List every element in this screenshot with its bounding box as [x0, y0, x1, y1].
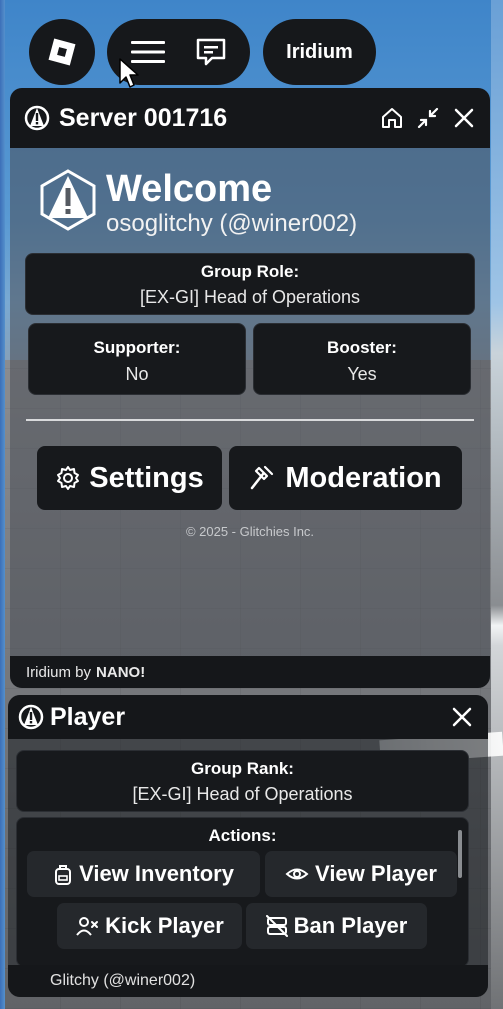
footer-brand: NANO! — [96, 663, 146, 681]
footer-prefix: Iridium by — [26, 663, 92, 681]
actions-list[interactable]: Actions: View Inventory View Player Kick… — [16, 817, 469, 967]
server-off-icon — [265, 915, 288, 937]
iridium-logo-icon — [24, 105, 50, 131]
eye-icon — [285, 865, 309, 883]
ban-player-label: Ban Player — [293, 913, 408, 938]
player-footer-user: Glitchy (@winer002) — [50, 972, 196, 989]
supporter-value: No — [125, 364, 149, 384]
view-player-button[interactable]: View Player — [265, 851, 457, 897]
supporter-card: Supporter: No — [28, 323, 246, 395]
server-panel: Server 001716 Welcome osoglitchy (@winer… — [10, 88, 490, 688]
server-panel-title: Server 001716 — [59, 103, 228, 132]
divider — [26, 419, 474, 421]
roblox-menu-button[interactable] — [29, 19, 95, 85]
actions-title: Actions: — [208, 826, 277, 845]
roblox-logo-icon — [48, 38, 76, 66]
booster-card: Booster: Yes — [253, 323, 471, 395]
close-icon[interactable] — [450, 705, 474, 729]
kick-player-button[interactable]: Kick Player — [57, 903, 242, 949]
kick-player-label: Kick Player — [105, 913, 224, 938]
minimize-icon[interactable] — [416, 106, 440, 130]
player-panel-footer: Glitchy (@winer002) — [8, 965, 488, 997]
ban-player-button[interactable]: Ban Player — [246, 903, 427, 949]
player-panel-header: Player — [8, 695, 488, 739]
booster-label: Booster: — [327, 338, 397, 357]
background-edge — [0, 0, 5, 1009]
hammer-icon — [249, 464, 277, 492]
group-role-value: [EX-GI] Head of Operations — [139, 287, 361, 307]
chat-icon[interactable] — [195, 37, 227, 67]
view-inventory-label: View Inventory — [79, 861, 234, 886]
group-rank-label: Group Rank: — [191, 759, 294, 778]
settings-label: Settings — [89, 461, 204, 494]
mouse-cursor-icon — [118, 57, 140, 89]
gear-icon — [55, 465, 81, 491]
copyright-text: © 2025 - Glitchies Inc. — [185, 524, 315, 539]
user-remove-icon — [75, 915, 99, 937]
backpack-icon — [53, 863, 73, 885]
background-edge-right — [491, 0, 503, 1009]
supporter-label: Supporter: — [93, 338, 181, 357]
welcome-section: Welcome osoglitchy (@winer002) — [36, 168, 357, 238]
view-inventory-button[interactable]: View Inventory — [27, 851, 260, 897]
moderation-button[interactable]: Moderation — [229, 446, 462, 510]
group-role-label: Group Role: — [200, 262, 300, 281]
home-icon[interactable] — [380, 106, 404, 130]
welcome-title: Welcome — [106, 168, 273, 210]
player-panel: Player Group Rank: [EX-GI] Head of Opera… — [8, 695, 488, 997]
close-icon[interactable] — [452, 106, 476, 130]
iridium-logo-icon — [18, 704, 44, 730]
iridium-label: Iridium — [286, 40, 353, 63]
group-role-card: Group Role: [EX-GI] Head of Operations — [25, 253, 475, 315]
welcome-username: osoglitchy (@winer002) — [106, 210, 358, 237]
glitchies-logo-icon — [36, 168, 100, 232]
group-rank-card: Group Rank: [EX-GI] Head of Operations — [16, 750, 469, 812]
view-player-label: View Player — [315, 861, 437, 886]
iridium-button[interactable]: Iridium — [263, 19, 376, 85]
actions-scrollbar[interactable] — [458, 830, 462, 878]
settings-button[interactable]: Settings — [37, 446, 222, 510]
booster-value: Yes — [347, 364, 377, 384]
player-panel-title: Player — [50, 702, 126, 731]
group-rank-value: [EX-GI] Head of Operations — [132, 784, 353, 804]
server-panel-header: Server 001716 — [10, 88, 490, 148]
server-panel-footer: Iridium by NANO! — [10, 656, 490, 688]
moderation-label: Moderation — [285, 461, 442, 494]
